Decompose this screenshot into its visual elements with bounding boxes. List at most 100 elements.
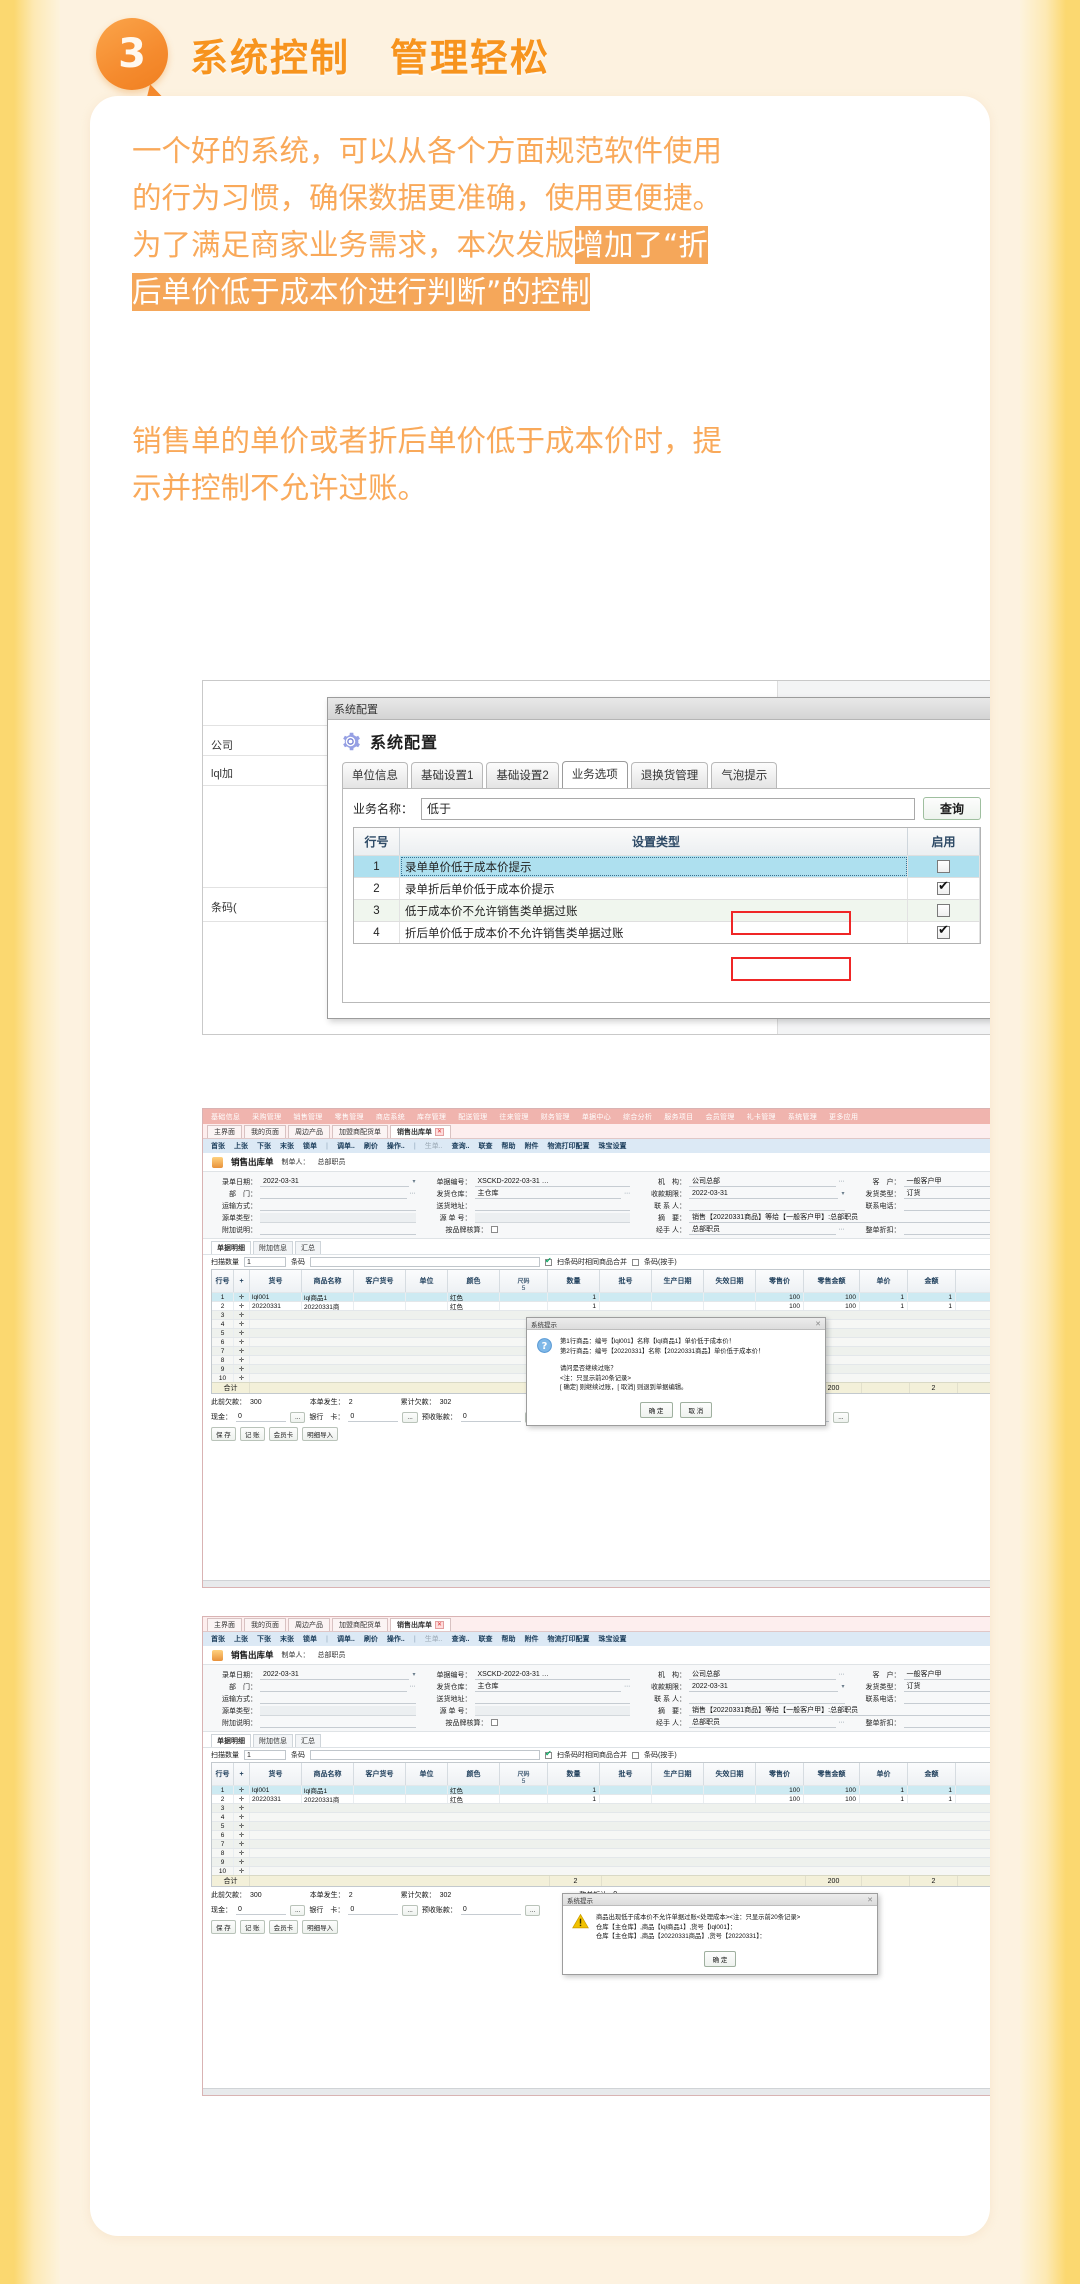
menu-item[interactable]: 销售管理 xyxy=(293,1112,322,1122)
bank-input[interactable]: 0 xyxy=(348,1413,399,1422)
bank-input[interactable]: 0 xyxy=(348,1906,399,1915)
table-row[interactable]: 1 ✛ lql001 lql商品1 红色 1 100 100 1 1 xyxy=(212,1785,990,1795)
scan-qty-input[interactable]: 1 xyxy=(244,1750,286,1760)
cell-enabled[interactable] xyxy=(908,878,980,899)
ellipsis-icon[interactable]: ⋯ xyxy=(839,1226,845,1233)
merge-same-product-checkbox[interactable] xyxy=(545,1749,552,1759)
save-button[interactable]: 保 存 xyxy=(211,1427,236,1441)
enable-checkbox[interactable] xyxy=(937,923,950,939)
tab-basic-2[interactable]: 基础设置2 xyxy=(486,762,559,788)
barcode-manual-checkbox[interactable] xyxy=(632,1751,639,1759)
cell-plus[interactable]: ✛ xyxy=(234,1293,250,1301)
table-row[interactable]: 7 ✛ xyxy=(212,1839,990,1848)
table-row[interactable]: 9 ✛ xyxy=(212,1857,990,1866)
menu-item[interactable]: 商店系统 xyxy=(376,1112,405,1122)
confirm-button[interactable]: 确 定 xyxy=(703,1950,737,1967)
toolbar-help[interactable]: 帮助 xyxy=(502,1141,516,1151)
menu-item[interactable]: 财务管理 xyxy=(541,1112,570,1122)
menu-item[interactable]: 零售管理 xyxy=(335,1112,364,1122)
business-name-input[interactable]: 低于 xyxy=(421,797,915,820)
enable-checkbox[interactable] xyxy=(937,904,950,917)
menu-item[interactable]: 采购管理 xyxy=(252,1112,281,1122)
barcode-input[interactable] xyxy=(310,1750,540,1760)
table-row[interactable]: 10 ✛ xyxy=(212,1866,990,1875)
table-row[interactable]: 4 ✛ xyxy=(212,1812,990,1821)
tab-franchise-dispatch[interactable]: 加盟商配货单 xyxy=(332,1125,388,1138)
toolbar-next[interactable]: 下张 xyxy=(257,1141,271,1151)
menu-item[interactable]: 会员管理 xyxy=(705,1112,734,1122)
tab-basic-1[interactable]: 基础设置1 xyxy=(411,762,484,788)
menu-item[interactable]: 服务项目 xyxy=(664,1112,693,1122)
horizontal-scrollbar[interactable] xyxy=(203,2088,990,2095)
toolbar-refresh-price[interactable]: 刷价 xyxy=(364,1634,378,1644)
horizontal-scrollbar[interactable] xyxy=(203,1580,990,1587)
toolbar-adjust[interactable]: 调单.. xyxy=(337,1634,355,1644)
tab-business-options[interactable]: 业务选项 xyxy=(561,761,628,788)
tab-sales-out-order[interactable]: 销售出库单 ✕ xyxy=(390,1618,452,1631)
menu-item[interactable]: 综合分析 xyxy=(623,1112,652,1122)
table-row[interactable]: 1 录单单价低于成本价提示 xyxy=(354,855,980,877)
toolbar-logistics-print[interactable]: 物流打印配置 xyxy=(548,1634,590,1644)
toolbar-adjust[interactable]: 调单.. xyxy=(337,1141,355,1151)
bank-more-button[interactable]: ... xyxy=(402,1904,418,1916)
toolbar-query[interactable]: 查询.. xyxy=(452,1141,470,1151)
tab-unit-info[interactable]: 单位信息 xyxy=(342,762,408,788)
chevron-down-icon[interactable]: ▾ xyxy=(412,1178,415,1185)
tab-bubble-tip[interactable]: 气泡提示 xyxy=(711,762,778,788)
toolbar-last[interactable]: 末张 xyxy=(280,1634,294,1644)
toolbar-jewelry-settings[interactable]: 珠宝设置 xyxy=(599,1141,627,1151)
table-row[interactable]: 3 低于成本价不允许销售类单据过账 xyxy=(354,899,980,921)
tab-peripheral[interactable]: 周边产品 xyxy=(288,1125,330,1138)
subtab-summary[interactable]: 汇总 xyxy=(295,1241,321,1254)
toolbar-help[interactable]: 帮助 xyxy=(502,1634,516,1644)
subtab-detail[interactable]: 单据明细 xyxy=(211,1241,251,1254)
enable-checkbox[interactable] xyxy=(937,860,950,873)
toolbar-jewelry-settings[interactable]: 珠宝设置 xyxy=(599,1634,627,1644)
table-row[interactable]: 8 ✛ xyxy=(212,1848,990,1857)
toolbar-operation[interactable]: 操作.. xyxy=(387,1634,405,1644)
cancel-button[interactable]: 取 消 xyxy=(679,1401,713,1418)
detail-import-button[interactable]: 明细导入 xyxy=(302,1920,339,1934)
toolbar-refresh-price[interactable]: 刷价 xyxy=(364,1141,378,1151)
cash-more-button[interactable]: ... xyxy=(290,1411,306,1423)
toolbar-prev[interactable]: 上张 xyxy=(234,1141,248,1151)
barcode-input[interactable] xyxy=(310,1257,540,1267)
advance-input[interactable]: 0 xyxy=(460,1906,521,1915)
member-card-button[interactable]: 会员卡 xyxy=(268,1427,299,1441)
ellipsis-icon[interactable]: ⋯ xyxy=(624,1190,630,1197)
menu-item[interactable]: 更多应用 xyxy=(829,1112,858,1122)
toolbar-lock[interactable]: 锁单 xyxy=(303,1141,317,1151)
toolbar-prev[interactable]: 上张 xyxy=(234,1634,248,1644)
toolbar-first[interactable]: 首张 xyxy=(211,1634,225,1644)
ellipsis-icon[interactable]: ⋯ xyxy=(410,1190,416,1197)
tab-my-page[interactable]: 我的页面 xyxy=(244,1125,286,1138)
brand-accounting-checkbox[interactable] xyxy=(490,1226,498,1233)
toolbar-linked-query[interactable]: 联查 xyxy=(479,1634,493,1644)
toolbar-attachment[interactable]: 附件 xyxy=(525,1634,539,1644)
cell-plus[interactable]: ✛ xyxy=(234,1786,250,1794)
menu-item[interactable]: 系统管理 xyxy=(788,1112,817,1122)
cell-enabled[interactable] xyxy=(908,922,980,943)
post-button[interactable]: 记 账 xyxy=(239,1427,265,1441)
toolbar-linked-query[interactable]: 联查 xyxy=(479,1141,493,1151)
tab-sales-out-order[interactable]: 销售出库单 ✕ xyxy=(390,1125,452,1138)
toolbar-first[interactable]: 首张 xyxy=(211,1141,225,1151)
ellipsis-icon[interactable]: ⋯ xyxy=(624,1683,630,1690)
enable-checkbox[interactable] xyxy=(937,879,950,895)
save-button[interactable]: 保 存 xyxy=(211,1920,236,1934)
close-icon[interactable]: ✕ xyxy=(867,1896,873,1904)
cash-input[interactable]: 0 xyxy=(236,1413,286,1422)
tab-franchise-dispatch[interactable]: 加盟商配货单 xyxy=(332,1618,388,1631)
tab-my-page[interactable]: 我的页面 xyxy=(244,1618,286,1631)
cash-more-button[interactable]: ... xyxy=(290,1904,306,1916)
close-icon[interactable]: ✕ xyxy=(815,1320,821,1328)
table-row[interactable]: 3 ✛ xyxy=(212,1803,990,1812)
subtab-extra-info[interactable]: 附加信息 xyxy=(253,1241,293,1254)
table-row[interactable]: 6 ✛ xyxy=(212,1830,990,1839)
query-button[interactable]: 查询 xyxy=(923,797,981,820)
table-row[interactable]: 1 ✛ lql001 lql商品1 红色 1 100 100 1 1 xyxy=(212,1292,990,1302)
cash-input[interactable]: 0 xyxy=(236,1906,286,1915)
ellipsis-icon[interactable]: ⋯ xyxy=(839,1719,845,1726)
close-icon[interactable]: ✕ xyxy=(435,1621,445,1629)
toolbar-logistics-print[interactable]: 物流打印配置 xyxy=(548,1141,590,1151)
